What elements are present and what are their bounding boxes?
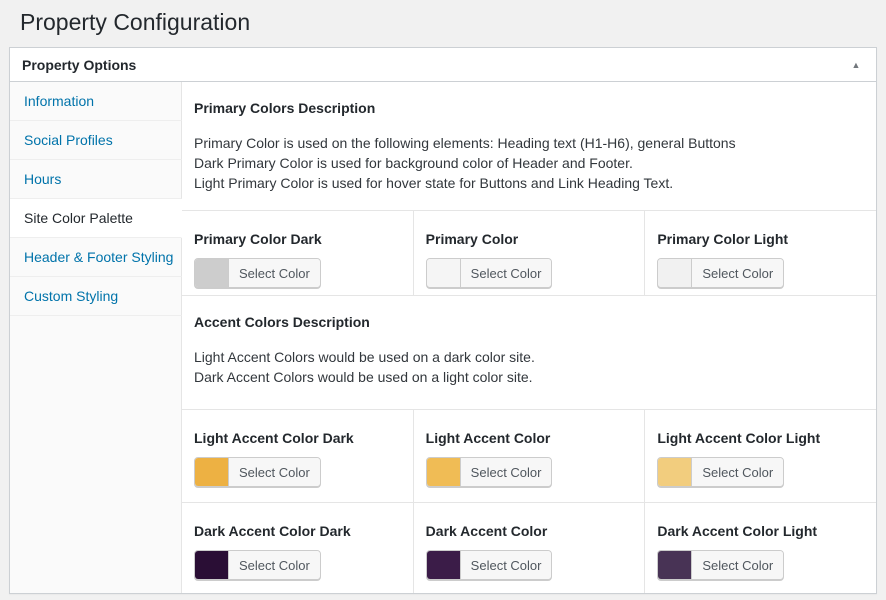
color-swatch xyxy=(427,458,460,486)
primary-description-line: Dark Primary Color is used for backgroun… xyxy=(194,153,862,173)
select-color-label: Select Color xyxy=(691,259,783,287)
tab-hours[interactable]: Hours xyxy=(10,160,182,199)
select-color-label: Select Color xyxy=(460,551,552,579)
field-label: Dark Accent Color Dark xyxy=(194,523,401,539)
field-label: Primary Color xyxy=(426,231,633,247)
select-color-button-dark-accent-dark[interactable]: Select Color xyxy=(194,550,321,580)
select-color-button-light-accent-light[interactable]: Select Color xyxy=(657,457,784,487)
select-color-label: Select Color xyxy=(228,458,320,486)
accent-description-line: Light Accent Colors would be used on a d… xyxy=(194,347,862,367)
field-light-accent-color-light: Light Accent Color Light Select Color xyxy=(644,410,876,502)
select-color-button-dark-accent-light[interactable]: Select Color xyxy=(657,550,784,580)
light-accent-colors-row: Light Accent Color Dark Select Color Lig… xyxy=(182,410,876,503)
select-color-label: Select Color xyxy=(460,458,552,486)
select-color-label: Select Color xyxy=(228,259,320,287)
page-title: Property Configuration xyxy=(0,0,886,44)
tab-header-footer-styling[interactable]: Header & Footer Styling xyxy=(10,238,182,277)
field-light-accent-color-dark: Light Accent Color Dark Select Color xyxy=(182,410,413,502)
field-label: Light Accent Color Dark xyxy=(194,430,401,446)
property-options-panel: Property Options ▲ Information Social Pr… xyxy=(9,47,877,594)
tab-panel-site-color-palette: Primary Colors Description Primary Color… xyxy=(182,82,876,593)
primary-description-line: Light Primary Color is used for hover st… xyxy=(194,173,862,193)
tab-site-color-palette[interactable]: Site Color Palette xyxy=(10,199,182,238)
field-label: Dark Accent Color Light xyxy=(657,523,864,539)
select-color-label: Select Color xyxy=(228,551,320,579)
select-color-button-dark-accent[interactable]: Select Color xyxy=(426,550,553,580)
tab-social-profiles[interactable]: Social Profiles xyxy=(10,121,182,160)
primary-description-line: Primary Color is used on the following e… xyxy=(194,133,862,153)
color-swatch xyxy=(195,259,228,287)
color-swatch xyxy=(427,551,460,579)
field-label: Light Accent Color xyxy=(426,430,633,446)
color-swatch xyxy=(658,259,691,287)
select-color-button-primary-dark[interactable]: Select Color xyxy=(194,258,321,288)
field-dark-accent-color-dark: Dark Accent Color Dark Select Color xyxy=(182,503,413,593)
color-swatch xyxy=(195,458,228,486)
field-primary-color: Primary Color Select Color xyxy=(413,211,645,295)
panel-title: Property Options xyxy=(22,48,136,82)
accent-colors-description-heading: Accent Colors Description xyxy=(194,314,862,330)
panel-header: Property Options ▲ xyxy=(10,48,876,82)
primary-colors-description-heading: Primary Colors Description xyxy=(194,100,862,116)
field-dark-accent-color-light: Dark Accent Color Light Select Color xyxy=(644,503,876,593)
field-primary-color-light: Primary Color Light Select Color xyxy=(644,211,876,295)
accent-description-line: Dark Accent Colors would be used on a li… xyxy=(194,367,862,387)
select-color-button-light-accent-dark[interactable]: Select Color xyxy=(194,457,321,487)
panel-body: Information Social Profiles Hours Site C… xyxy=(10,82,876,593)
sidebar-filler xyxy=(10,316,182,593)
collapse-panel-button[interactable]: ▲ xyxy=(838,50,874,80)
color-swatch xyxy=(195,551,228,579)
tab-custom-styling[interactable]: Custom Styling xyxy=(10,277,182,316)
field-light-accent-color: Light Accent Color Select Color xyxy=(413,410,645,502)
field-primary-color-dark: Primary Color Dark Select Color xyxy=(182,211,413,295)
field-label: Dark Accent Color xyxy=(426,523,633,539)
select-color-label: Select Color xyxy=(460,259,552,287)
field-label: Primary Color Light xyxy=(657,231,864,247)
select-color-label: Select Color xyxy=(691,458,783,486)
select-color-button-light-accent[interactable]: Select Color xyxy=(426,457,553,487)
settings-tab-list: Information Social Profiles Hours Site C… xyxy=(10,82,182,593)
field-label: Primary Color Dark xyxy=(194,231,401,247)
color-swatch xyxy=(427,259,460,287)
select-color-button-primary-light[interactable]: Select Color xyxy=(657,258,784,288)
primary-colors-row: Primary Color Dark Select Color Primary … xyxy=(182,211,876,296)
color-swatch xyxy=(658,458,691,486)
field-label: Light Accent Color Light xyxy=(657,430,864,446)
dark-accent-colors-row: Dark Accent Color Dark Select Color Dark… xyxy=(182,503,876,593)
collapse-arrow-icon: ▲ xyxy=(852,60,861,70)
select-color-button-primary[interactable]: Select Color xyxy=(426,258,553,288)
accent-colors-description-section: Accent Colors Description Light Accent C… xyxy=(182,296,876,410)
tab-information[interactable]: Information xyxy=(10,82,182,121)
select-color-label: Select Color xyxy=(691,551,783,579)
field-dark-accent-color: Dark Accent Color Select Color xyxy=(413,503,645,593)
primary-colors-description-section: Primary Colors Description Primary Color… xyxy=(182,82,876,211)
color-swatch xyxy=(658,551,691,579)
